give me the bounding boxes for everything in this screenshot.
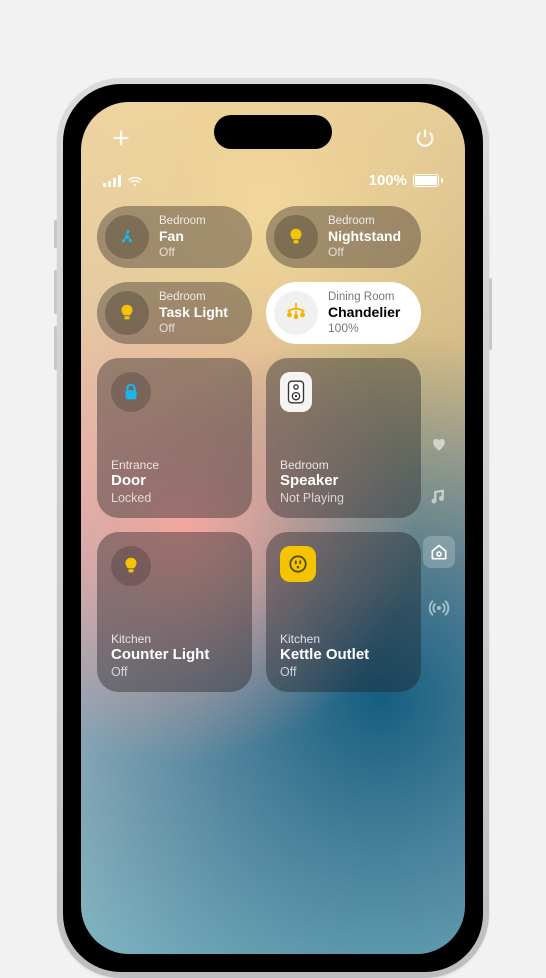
rail-home[interactable] bbox=[423, 536, 455, 568]
accessory-room-label: Bedroom bbox=[328, 215, 401, 229]
phone-bezel: 100% bbox=[63, 84, 483, 972]
accessory-name-label: Speaker bbox=[280, 472, 407, 490]
chandelier-icon bbox=[274, 291, 318, 335]
accessory-state-label: Off bbox=[280, 665, 407, 680]
accessory-room-label: Kitchen bbox=[111, 632, 238, 647]
battery-icon bbox=[413, 174, 443, 187]
accessory-room-label: Dining Room bbox=[328, 291, 400, 305]
power-button[interactable] bbox=[411, 124, 439, 152]
accessory-state-label: Not Playing bbox=[280, 491, 407, 506]
accessory-name-label: Kettle Outlet bbox=[280, 646, 407, 664]
accessory-name-label: Chandelier bbox=[328, 304, 400, 321]
side-button-vol-up bbox=[54, 270, 57, 314]
rail-music[interactable] bbox=[427, 484, 451, 508]
speaker-icon bbox=[280, 372, 312, 412]
status-bar: 100% bbox=[81, 172, 465, 189]
fan-icon bbox=[105, 215, 149, 259]
accessory-name-label: Task Light bbox=[159, 304, 228, 321]
accessory-state-label: Off bbox=[159, 245, 206, 259]
heart-icon bbox=[429, 434, 449, 454]
side-button-action bbox=[54, 220, 57, 248]
rail-broadcast[interactable] bbox=[427, 596, 451, 620]
accessory-room-label: Bedroom bbox=[280, 458, 407, 473]
rail-favorites[interactable] bbox=[427, 432, 451, 456]
accessory-name-label: Fan bbox=[159, 228, 206, 245]
broadcast-icon bbox=[428, 597, 450, 619]
bulb-icon bbox=[274, 215, 318, 259]
accessory-state-label: Locked bbox=[111, 491, 238, 506]
accessory-room-label: Kitchen bbox=[280, 632, 407, 647]
accessory-state-label: Off bbox=[111, 665, 238, 680]
accessory-room-label: Bedroom bbox=[159, 215, 206, 229]
lock-icon bbox=[111, 372, 151, 412]
add-button[interactable] bbox=[107, 124, 135, 152]
music-note-icon bbox=[429, 486, 449, 506]
accessory-name-label: Counter Light bbox=[111, 646, 238, 664]
outlet-icon bbox=[280, 546, 316, 582]
accessory-name-label: Door bbox=[111, 472, 238, 490]
bulb-icon bbox=[111, 546, 151, 586]
plus-icon bbox=[110, 127, 132, 149]
accessory-bedroom-nightstand[interactable]: Bedroom Nightstand Off bbox=[266, 206, 421, 268]
wifi-icon bbox=[127, 175, 143, 187]
accessory-room-label: Bedroom bbox=[159, 291, 228, 305]
power-icon bbox=[414, 127, 436, 149]
phone-screen: 100% bbox=[81, 102, 465, 954]
battery-percent: 100% bbox=[369, 172, 407, 189]
accessory-kitchen-kettle-outlet[interactable]: Kitchen Kettle Outlet Off bbox=[266, 532, 421, 692]
category-rail bbox=[423, 432, 455, 620]
bulb-icon bbox=[105, 291, 149, 335]
side-button-power bbox=[489, 278, 492, 350]
accessory-kitchen-counter-light[interactable]: Kitchen Counter Light Off bbox=[97, 532, 252, 692]
accessory-bedroom-task-light[interactable]: Bedroom Task Light Off bbox=[97, 282, 252, 344]
home-icon bbox=[429, 542, 449, 562]
accessory-room-label: Entrance bbox=[111, 458, 238, 473]
accessory-bedroom-speaker[interactable]: Bedroom Speaker Not Playing bbox=[266, 358, 421, 518]
accessory-name-label: Nightstand bbox=[328, 228, 401, 245]
accessory-dining-room-chandelier[interactable]: Dining Room Chandelier 100% bbox=[266, 282, 421, 344]
cellular-signal-icon bbox=[103, 175, 121, 187]
accessory-bedroom-fan[interactable]: Bedroom Fan Off bbox=[97, 206, 252, 268]
accessory-state-label: Off bbox=[159, 321, 228, 335]
phone-frame: 100% bbox=[57, 78, 489, 978]
accessory-entrance-door[interactable]: Entrance Door Locked bbox=[97, 358, 252, 518]
side-button-vol-down bbox=[54, 326, 57, 370]
accessory-state-label: 100% bbox=[328, 321, 400, 335]
accessory-state-label: Off bbox=[328, 245, 401, 259]
